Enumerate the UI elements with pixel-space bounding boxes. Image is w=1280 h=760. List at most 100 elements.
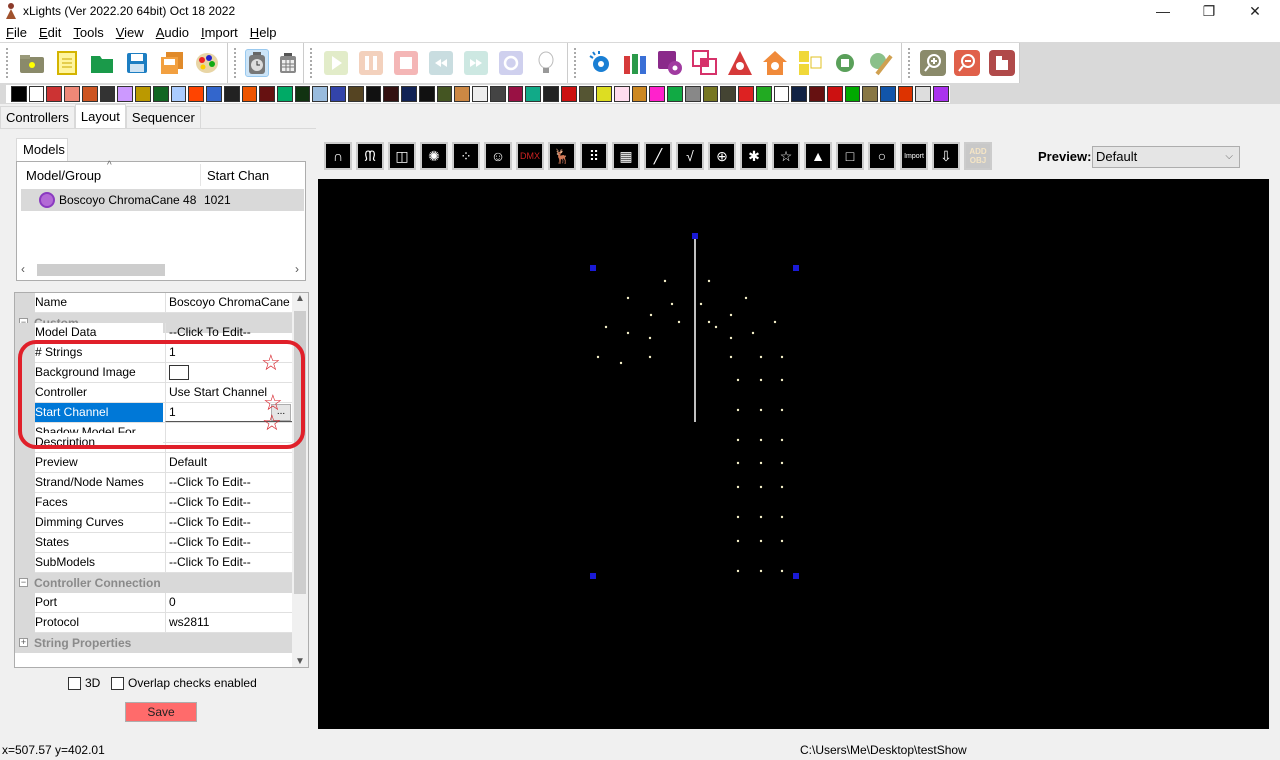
effect-icon[interactable]: [915, 86, 932, 102]
property-category[interactable]: + String Properties: [15, 633, 293, 653]
effect-icon[interactable]: [312, 86, 329, 102]
effect-icon[interactable]: [170, 86, 187, 102]
square-icon[interactable]: □: [836, 142, 864, 170]
tab-sequencer[interactable]: Sequencer: [125, 106, 201, 128]
effect-icon[interactable]: [223, 86, 240, 102]
column-divider[interactable]: [200, 164, 201, 186]
window-frame-icon[interactable]: ◫: [388, 142, 416, 170]
property-row[interactable]: Background Image: [15, 363, 293, 383]
property-value[interactable]: Use Start Channel: [165, 383, 293, 402]
import-button[interactable]: Import: [900, 142, 928, 170]
scroll-down-icon[interactable]: ▼: [295, 656, 305, 667]
property-value[interactable]: 0: [165, 593, 293, 612]
effect-icon[interactable]: [277, 86, 293, 102]
circle-outline-icon[interactable]: ○: [868, 142, 896, 170]
property-row[interactable]: SubModels --Click To Edit--: [15, 553, 293, 573]
download-arrow-icon[interactable]: ⇩: [932, 142, 960, 170]
effect-icon[interactable]: [844, 86, 861, 102]
tab-layout[interactable]: Layout: [74, 104, 126, 128]
effect-icon[interactable]: [383, 86, 400, 102]
column-header-start-chan[interactable]: Start Chan: [207, 166, 269, 186]
repeat-icon[interactable]: [497, 49, 525, 77]
checkbox-overlap-box[interactable]: [111, 676, 124, 690]
toolbar-grip[interactable]: [908, 48, 912, 78]
effect-icon[interactable]: [631, 86, 648, 102]
sphere-dots-icon[interactable]: ⁘: [452, 142, 480, 170]
dmx-button[interactable]: DMX: [516, 142, 544, 170]
effect-icon[interactable]: [578, 86, 595, 102]
checkbox-3d[interactable]: 3D: [68, 676, 100, 690]
menu-help[interactable]: Help: [244, 25, 283, 40]
property-row[interactable]: Port 0: [15, 593, 293, 613]
property-value[interactable]: [165, 433, 293, 452]
globe-icon[interactable]: ⊕: [708, 142, 736, 170]
effect-icon[interactable]: [738, 86, 754, 102]
checkbox-3d-box[interactable]: [68, 676, 81, 690]
effect-icon[interactable]: [365, 86, 382, 102]
matrix-icon[interactable]: ▦: [612, 142, 640, 170]
resize-handle[interactable]: [692, 233, 698, 239]
add-obj-button[interactable]: ADD OBJ: [964, 142, 992, 170]
reindeer-icon[interactable]: 🦌: [548, 142, 576, 170]
toolbar-grip[interactable]: [6, 48, 10, 78]
collapse-icon[interactable]: −: [19, 578, 28, 587]
stop-icon[interactable]: [392, 49, 420, 77]
scroll-right-icon[interactable]: ›: [295, 262, 299, 276]
new-folder-icon[interactable]: [18, 49, 46, 77]
property-row[interactable]: Controller Use Start Channel: [15, 383, 293, 403]
star-icon[interactable]: ☆: [772, 142, 800, 170]
expand-icon[interactable]: +: [19, 638, 28, 647]
property-value[interactable]: 1: [165, 343, 293, 362]
effect-icon[interactable]: [81, 86, 98, 102]
property-row[interactable]: Strand/Node Names --Click To Edit--: [15, 473, 293, 493]
new-sequence-icon[interactable]: [53, 49, 81, 77]
house-search-icon[interactable]: [761, 49, 789, 77]
layout-canvas[interactable]: [318, 179, 1269, 729]
property-row[interactable]: Model Data --Click To Edit--: [15, 323, 293, 343]
effect-icon[interactable]: [28, 86, 45, 102]
column-header-model-group[interactable]: Model/Group: [26, 166, 101, 186]
property-value[interactable]: --Click To Edit--: [165, 493, 293, 512]
effect-icon[interactable]: [649, 86, 666, 102]
effect-icon[interactable]: [862, 86, 878, 102]
property-value[interactable]: --Click To Edit--: [165, 513, 293, 532]
candy-cane-icon[interactable]: ᙏ: [356, 142, 384, 170]
property-value[interactable]: Boscoyo ChromaCane 4: [165, 293, 293, 312]
property-value[interactable]: [165, 363, 293, 382]
effect-icon[interactable]: [454, 86, 471, 102]
resize-handle[interactable]: [590, 573, 596, 579]
property-row[interactable]: Faces --Click To Edit--: [15, 493, 293, 513]
palette-icon[interactable]: [193, 49, 221, 77]
tab-models[interactable]: Models: [16, 138, 68, 162]
calendar-icon[interactable]: [276, 49, 300, 77]
effect-icon[interactable]: [879, 86, 896, 102]
pause-icon[interactable]: [357, 49, 385, 77]
save-as-icon[interactable]: [158, 49, 186, 77]
circle-icon[interactable]: ✺: [420, 142, 448, 170]
menu-tools[interactable]: Tools: [67, 25, 109, 40]
tree-icon[interactable]: ▲: [804, 142, 832, 170]
maximize-button[interactable]: ❐: [1186, 0, 1232, 22]
property-category[interactable]: − Controller Connection: [15, 573, 293, 593]
effect-icon[interactable]: [560, 86, 577, 102]
property-row-name[interactable]: Name Boscoyo ChromaCane 4: [15, 293, 293, 313]
menu-audio[interactable]: Audio: [150, 25, 195, 40]
crayons-icon[interactable]: [621, 49, 649, 77]
property-row[interactable]: Protocol ws2811: [15, 613, 293, 633]
resize-handle[interactable]: [793, 573, 799, 579]
clock-icon[interactable]: [245, 49, 269, 77]
models-horizontal-scrollbar[interactable]: ‹ ›: [19, 262, 303, 278]
effect-icon[interactable]: [684, 86, 701, 102]
effect-icon[interactable]: [596, 86, 612, 102]
settings-square-icon[interactable]: [656, 49, 684, 77]
effect-icon[interactable]: [259, 86, 276, 102]
cycle-icon[interactable]: [831, 49, 859, 77]
effect-icon[interactable]: [809, 86, 825, 102]
scroll-thumb[interactable]: [37, 264, 165, 276]
menu-edit[interactable]: Edit: [33, 25, 67, 40]
property-grid-scrollbar[interactable]: ▲ ▼: [292, 293, 308, 667]
effect-icon[interactable]: [241, 86, 258, 102]
property-value[interactable]: --Click To Edit--: [165, 553, 293, 572]
property-row[interactable]: Description: [15, 433, 293, 453]
effect-icon[interactable]: [294, 86, 311, 102]
